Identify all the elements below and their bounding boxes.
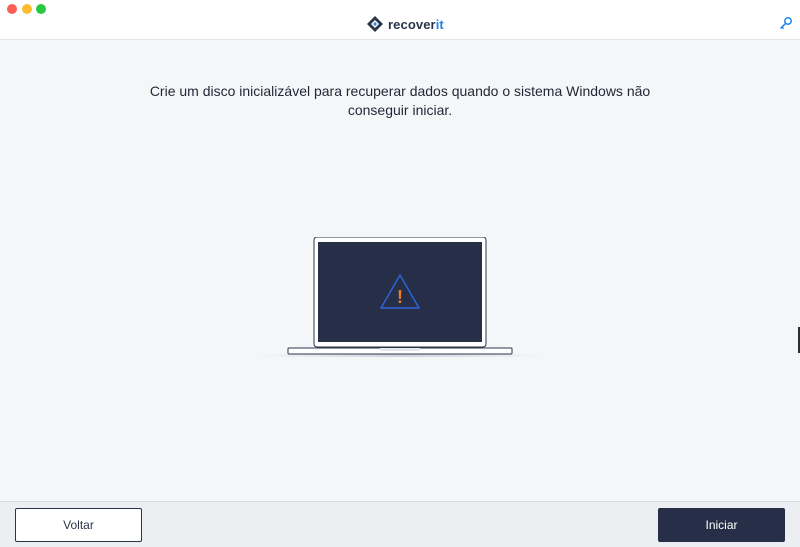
laptop-hinge-notch: [380, 348, 420, 351]
app-window: recoverit Crie um disco inicializável pa…: [0, 0, 800, 547]
app-title: recoverit: [388, 17, 444, 32]
main-content: Crie um disco inicializável para recuper…: [0, 40, 800, 501]
start-button[interactable]: Iniciar: [658, 508, 785, 542]
brand-suffix: it: [435, 16, 444, 32]
app-brand: recoverit: [367, 14, 444, 34]
title-bar: recoverit: [0, 0, 800, 40]
window-close-button[interactable]: [7, 4, 17, 14]
window-minimize-button[interactable]: [22, 4, 32, 14]
headline-line-1: Crie um disco inicializável para recuper…: [149, 83, 651, 99]
key-icon[interactable]: [779, 16, 793, 30]
headline-line-2: conseguir iniciar.: [347, 102, 453, 118]
laptop-illustration: !: [258, 237, 542, 357]
page-headline: Crie um disco inicializável para recuper…: [100, 82, 700, 120]
footer-bar: Voltar Iniciar: [0, 501, 800, 547]
window-maximize-button[interactable]: [36, 4, 46, 14]
recoverit-logo-icon: [367, 16, 383, 32]
brand-prefix: recover: [388, 16, 436, 32]
back-button[interactable]: Voltar: [15, 508, 142, 542]
warning-symbol: !: [397, 287, 403, 307]
